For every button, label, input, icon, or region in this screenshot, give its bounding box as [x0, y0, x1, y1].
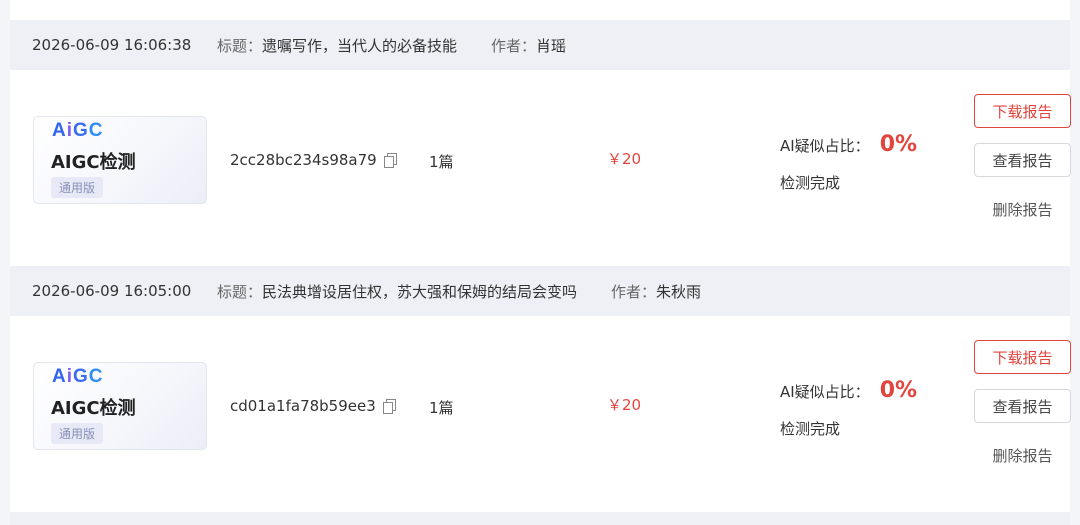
product-name: AIGC检测 [51, 398, 136, 419]
view-report-button[interactable]: 查看报告 [974, 143, 1071, 177]
aigc-logo: AiGC [52, 120, 104, 141]
delete-report-button[interactable]: 删除报告 [974, 192, 1071, 226]
ai-ratio-value: 0% [879, 378, 918, 403]
download-report-button[interactable]: 下载报告 [974, 340, 1071, 374]
order-time: 2026-06-09 16:06:38 [32, 36, 192, 54]
price: ￥20 [607, 150, 642, 168]
order-header: 2026-06-09 16:06:38 标题： 遗嘱写作，当代人的必备技能 作者… [10, 20, 1070, 70]
order-id: 2cc28bc234s98a79 [230, 151, 397, 169]
ai-ratio: AI疑似占比： 0% [780, 132, 917, 157]
order-body: AiGC AIGC检测 通用版 2cc28bc234s98a79 1篇 ￥20 … [10, 70, 1071, 266]
order-id: cd01a1fa78b59ee3 [230, 397, 396, 415]
order-author: 肖瑶 [536, 36, 567, 55]
author-label: 作者： [491, 36, 537, 55]
order-body: AiGC AIGC检测 通用版 cd01a1fa78b59ee3 1篇 ￥20 … [10, 316, 1071, 512]
next-order-header [10, 512, 1070, 525]
order-author: 朱秋雨 [656, 282, 702, 301]
ai-ratio-value: 0% [879, 132, 918, 157]
order-title: 民法典增设居住权，苏大强和保姆的结局会变吗 [262, 282, 578, 301]
status-text: 检测完成 [780, 420, 841, 438]
copy-icon[interactable] [383, 153, 397, 168]
order-id-text: 2cc28bc234s98a79 [230, 151, 377, 169]
ai-ratio: AI疑似占比： 0% [780, 378, 917, 403]
view-report-button[interactable]: 查看报告 [974, 389, 1071, 423]
copy-icon[interactable] [382, 399, 396, 414]
order-time: 2026-06-09 16:05:00 [32, 282, 192, 300]
ai-ratio-label: AI疑似占比： [780, 383, 870, 401]
order-card: 2026-06-09 16:06:38 标题： 遗嘱写作，当代人的必备技能 作者… [10, 20, 1071, 266]
order-header: 2026-06-09 16:05:00 标题： 民法典增设居住权，苏大强和保姆的… [10, 266, 1070, 316]
quantity: 1篇 [429, 153, 454, 171]
product-card: AiGC AIGC检测 通用版 [33, 362, 207, 450]
order-id-text: cd01a1fa78b59ee3 [230, 397, 376, 415]
edition-badge: 通用版 [51, 423, 104, 444]
quantity: 1篇 [429, 399, 454, 417]
edition-badge: 通用版 [51, 177, 104, 198]
title-label: 标题： [217, 36, 263, 55]
aigc-logo: AiGC [52, 366, 104, 387]
author-label: 作者： [611, 282, 657, 301]
ai-ratio-label: AI疑似占比： [780, 137, 870, 155]
title-label: 标题： [217, 282, 263, 301]
previous-order-tail [10, 0, 1070, 20]
price: ￥20 [607, 396, 642, 414]
order-card: 2026-06-09 16:05:00 标题： 民法典增设居住权，苏大强和保姆的… [10, 266, 1071, 512]
status-text: 检测完成 [780, 174, 841, 192]
download-report-button[interactable]: 下载报告 [974, 94, 1071, 128]
delete-report-button[interactable]: 删除报告 [974, 438, 1071, 472]
order-title: 遗嘱写作，当代人的必备技能 [262, 36, 458, 55]
product-name: AIGC检测 [51, 152, 136, 173]
product-card: AiGC AIGC检测 通用版 [33, 116, 207, 204]
